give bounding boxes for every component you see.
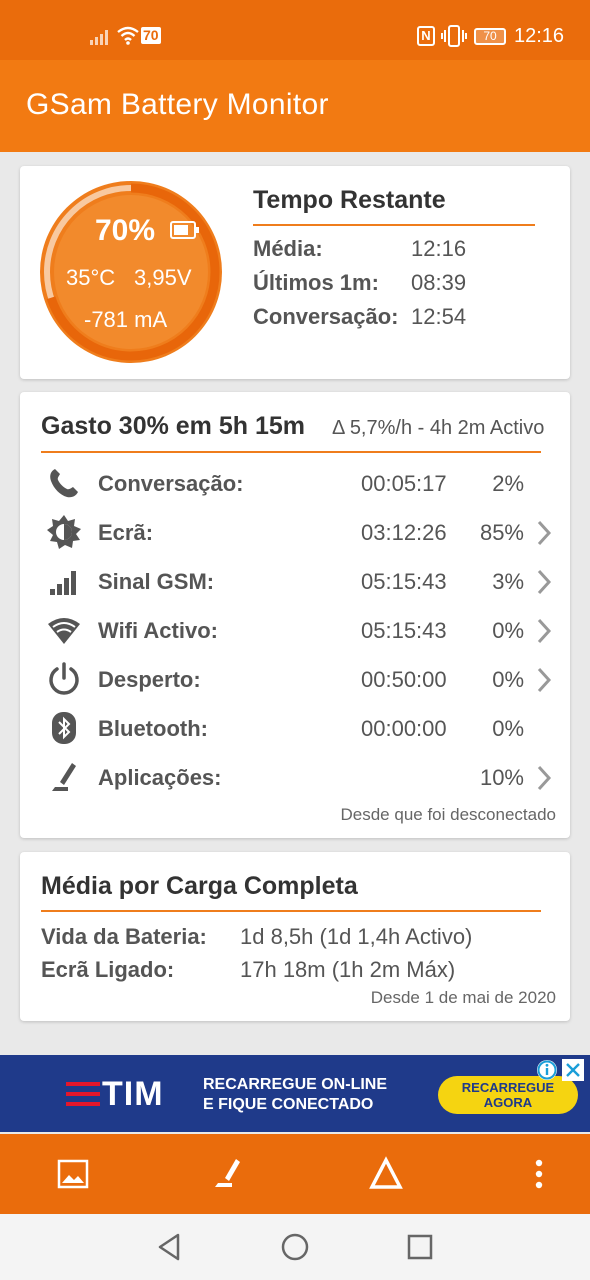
battery-percent: 70% (95, 214, 156, 247)
usage-row-bluetooth[interactable]: Bluetooth: 00:00:00 0% (20, 708, 570, 748)
tempo-label-media: Média: (253, 236, 323, 261)
vibrate-icon (441, 25, 467, 47)
battery-icon (170, 221, 199, 239)
phone-icon (50, 469, 78, 498)
ad-cta-button[interactable]: RECARREGUE AGORA (438, 1076, 578, 1114)
usage-label: Aplicações: (98, 765, 222, 790)
status-bar: 70 N 70 12:16 (0, 0, 590, 60)
usage-label: Desperto: (98, 667, 201, 692)
usage-row-aplicacoes[interactable]: Aplicações: 10% (20, 757, 570, 797)
tempo-value-media: 12:16 (411, 236, 467, 261)
average-value-vida: 1d 8,5h (1d 1,4h Activo) (240, 924, 473, 949)
cell-signal-icon (50, 571, 76, 595)
average-card: Média por Carga Completa Vida da Bateria… (20, 852, 570, 1021)
signal-icon (90, 30, 108, 45)
wifi-badge: 70 (141, 27, 161, 44)
ad-headline: RECARREGUE ON-LINE E FIQUE CONECTADO (203, 1075, 387, 1115)
ad-line-2: E FIQUE CONECTADO (203, 1096, 374, 1113)
usage-percent: 85% (479, 520, 524, 545)
brightness-icon (47, 515, 81, 549)
tempo-value-conversacao: 12:54 (411, 304, 467, 329)
status-time: 12:16 (514, 25, 565, 47)
usage-percent: 2% (492, 471, 524, 496)
ad-brand: TIM (102, 1075, 164, 1113)
tempo-restante-title: Tempo Restante (253, 186, 446, 214)
usage-label: Bluetooth: (98, 716, 208, 741)
tempo-label-conversacao: Conversação: (253, 304, 399, 329)
usage-time: 03:12:26 (361, 520, 447, 545)
tim-logo-icon (66, 1082, 100, 1106)
usage-label: Conversação: (98, 471, 244, 496)
usage-time: 05:15:43 (361, 618, 447, 643)
chevron-right-icon (537, 618, 552, 644)
usage-time: 00:05:17 (361, 471, 447, 496)
usage-title: Gasto 30% em 5h 15m (41, 412, 306, 440)
usage-note: Desde que foi desconectado (340, 805, 557, 824)
image-icon[interactable] (53, 1154, 93, 1194)
more-vert-icon[interactable] (519, 1154, 559, 1194)
usage-label: Ecrã: (98, 520, 154, 545)
chevron-right-icon (537, 569, 552, 595)
battery-temperature: 35°C (66, 265, 116, 290)
tempo-label-ultimos: Últimos 1m: (253, 270, 379, 295)
usage-row-conversacao[interactable]: Conversação: 00:05:17 2% (20, 463, 570, 503)
wifi-icon (48, 618, 80, 644)
average-label-vida: Vida da Bateria: (41, 924, 207, 949)
ad-cta-line-1: RECARREGUE (461, 1080, 555, 1095)
battery-icon: 70 (474, 28, 506, 45)
average-note: Desde 1 de mai de 2020 (370, 988, 556, 1007)
ad-cta-line-2: AGORA (483, 1095, 533, 1110)
battery-current: -781 mA (84, 307, 168, 332)
recents-icon[interactable] (403, 1230, 437, 1264)
apps-icon[interactable] (208, 1154, 248, 1194)
apps-icon (52, 763, 76, 791)
usage-row-sinal-gsm[interactable]: Sinal GSM: 05:15:43 3% (20, 561, 570, 601)
chevron-right-icon (537, 667, 552, 693)
delta-icon[interactable] (366, 1154, 406, 1194)
average-label-ecra: Ecrã Ligado: (41, 957, 175, 982)
usage-row-wifi[interactable]: Wifi Activo: 05:15:43 0% (20, 610, 570, 650)
usage-percent: 10% (479, 765, 524, 790)
title-underline (253, 224, 535, 226)
usage-row-ecra[interactable]: Ecrã: 03:12:26 85% (20, 512, 570, 552)
ad-close-icon[interactable] (562, 1059, 584, 1081)
ad-line-1: RECARREGUE ON-LINE (203, 1076, 388, 1093)
battery-voltage: 3,95V (134, 265, 192, 290)
average-title: Média por Carga Completa (41, 872, 358, 900)
system-nav-bar (0, 1214, 590, 1280)
tempo-value-ultimos: 08:39 (411, 270, 467, 295)
usage-percent: 0% (492, 716, 524, 741)
usage-time: 00:00:00 (361, 716, 447, 741)
usage-label: Sinal GSM: (98, 569, 215, 594)
chevron-right-icon (537, 520, 552, 546)
nfc-icon: N (417, 26, 435, 46)
usage-row-desperto[interactable]: Desperto: 00:50:00 0% (20, 659, 570, 699)
usage-percent: 0% (492, 667, 524, 692)
usage-card: Gasto 30% em 5h 15m Δ 5,7%/h - 4h 2m Act… (20, 392, 570, 838)
app-title: GSam Battery Monitor (26, 88, 329, 121)
bottom-toolbar (0, 1134, 590, 1214)
gauge-readout: 70% 35°C 3,95V -781 mA (40, 181, 222, 363)
average-underline (41, 910, 541, 912)
usage-underline (41, 451, 541, 453)
usage-time: 00:50:00 (361, 667, 447, 692)
battery-text: 70 (483, 29, 497, 43)
ad-info-icon[interactable] (536, 1059, 558, 1081)
usage-time: 05:15:43 (361, 569, 447, 594)
back-icon[interactable] (152, 1230, 186, 1264)
usage-percent: 3% (492, 569, 524, 594)
usage-label: Wifi Activo: (98, 618, 218, 643)
home-icon[interactable] (278, 1230, 312, 1264)
battery-summary-card[interactable]: 70% 35°C 3,95V -781 mA Tempo Restante Mé… (20, 166, 570, 379)
average-value-ecra: 17h 18m (1h 2m Máx) (240, 957, 456, 982)
ad-banner[interactable]: TIM RECARREGUE ON-LINE E FIQUE CONECTADO… (0, 1055, 590, 1132)
wifi-icon (117, 26, 139, 45)
usage-percent: 0% (492, 618, 524, 643)
chevron-right-icon (537, 765, 552, 791)
bluetooth-icon (52, 712, 76, 744)
app-bar: GSam Battery Monitor (0, 60, 590, 152)
power-icon (49, 662, 79, 695)
usage-subtitle: Δ 5,7%/h - 4h 2m Activo (332, 417, 545, 439)
